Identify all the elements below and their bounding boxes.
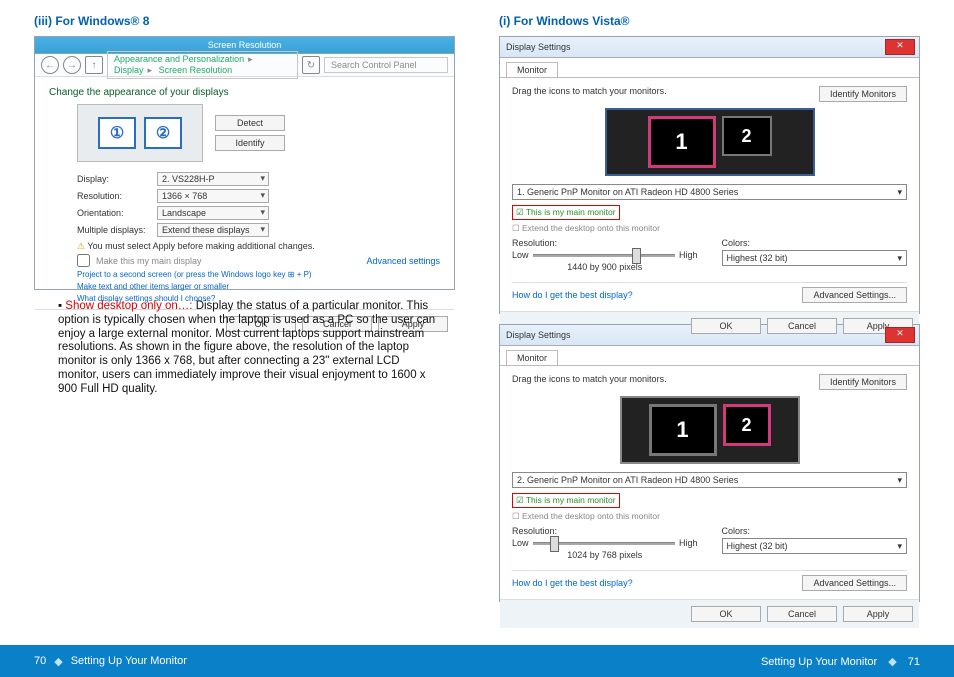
identify-button[interactable]: Identify [215, 135, 285, 151]
vista-monitor-2-icon[interactable]: 2 [723, 404, 771, 446]
vista-screenshot-2: Display Settings ✕ Monitor Drag the icons… [499, 324, 920, 602]
colors-label: Colors: [722, 526, 908, 536]
body-paragraph: ▪ Show desktop only on…: Display the sta… [58, 300, 439, 397]
colors-select[interactable]: Highest (32 bit) [722, 538, 908, 554]
resolution-slider[interactable] [533, 254, 675, 257]
monitor-preview[interactable]: ① ② [77, 104, 203, 162]
drag-text: Drag the icons to match your monitors. [512, 86, 667, 96]
advanced-settings-button[interactable]: Advanced Settings... [802, 287, 907, 303]
forward-icon[interactable]: → [63, 56, 81, 74]
back-icon[interactable]: ← [41, 56, 59, 74]
vista-title: Display Settings [506, 42, 571, 52]
vista-screenshot-1: Display Settings ✕ Monitor Drag the icons… [499, 36, 920, 314]
identify-monitors-button[interactable]: Identify Monitors [819, 374, 907, 390]
vista-monitor-preview[interactable]: 1 2 [605, 108, 815, 176]
resolution-slider[interactable] [533, 542, 675, 545]
close-icon[interactable]: ✕ [885, 39, 915, 55]
ok-button[interactable]: OK [691, 318, 761, 334]
page-number-right: 71 [908, 656, 920, 668]
monitor-select[interactable]: 1. Generic PnP Monitor on ATI Radeon HD … [512, 184, 907, 200]
make-main-checkbox[interactable] [77, 254, 90, 267]
close-icon[interactable]: ✕ [885, 327, 915, 343]
diamond-icon: ◆ [54, 655, 62, 668]
orientation-label: Orientation: [77, 208, 151, 218]
monitor-tab[interactable]: Monitor [506, 62, 558, 77]
advanced-settings-button[interactable]: Advanced Settings... [802, 575, 907, 591]
main-monitor-checkbox[interactable]: ☑ This is my main monitor [516, 207, 616, 217]
vista-title: Display Settings [506, 330, 571, 340]
multiple-select[interactable]: Extend these displays [157, 223, 269, 237]
drag-text: Drag the icons to match your monitors. [512, 374, 667, 384]
vista-monitor-1-icon[interactable]: 1 [649, 404, 717, 456]
advanced-settings-link[interactable]: Advanced settings [366, 256, 440, 266]
orientation-select[interactable]: Landscape [157, 206, 269, 220]
apply-button[interactable]: Apply [843, 606, 913, 622]
diamond-icon: ◆ [888, 656, 896, 668]
footer-section-left: Setting Up Your Monitor [71, 655, 187, 667]
colors-label: Colors: [722, 238, 908, 248]
refresh-icon[interactable]: ↻ [302, 56, 320, 74]
footer-bar: 70 ◆ Setting Up Your Monitor Setting Up … [0, 645, 954, 677]
up-icon[interactable]: ↑ [85, 56, 103, 74]
monitor-tab[interactable]: Monitor [506, 350, 558, 365]
multiple-label: Multiple displays: [77, 225, 151, 235]
colors-select[interactable]: Highest (32 bit) [722, 250, 908, 266]
monitor-1-icon[interactable]: ① [98, 117, 136, 149]
cancel-button[interactable]: Cancel [767, 606, 837, 622]
win8-screenshot: Screen Resolution ← → ↑ Appearance and P… [34, 36, 455, 290]
section-heading-left: (iii) For Windows® 8 [34, 14, 455, 28]
page-number-left: 70 [34, 655, 46, 667]
display-select[interactable]: 2. VS228H-P [157, 172, 269, 186]
detect-button[interactable]: Detect [215, 115, 285, 131]
project-link[interactable]: Project to a second screen (or press the… [77, 270, 440, 279]
monitor-2-icon[interactable]: ② [144, 117, 182, 149]
size-link[interactable]: Make text and other items larger or smal… [77, 282, 440, 291]
warning-text: You must select Apply before making addi… [77, 241, 440, 252]
make-main-label: Make this my main display [96, 256, 202, 266]
resolution-value: 1024 by 768 pixels [512, 550, 698, 560]
vista-monitor-1-icon[interactable]: 1 [648, 116, 716, 168]
resolution-select[interactable]: 1366 × 768 [157, 189, 269, 203]
help-link[interactable]: How do I get the best display? [512, 578, 633, 588]
help-link[interactable]: How do I get the best display? [512, 290, 633, 300]
vista-monitor-preview[interactable]: 1 2 [620, 396, 800, 464]
breadcrumb[interactable]: Appearance and Personalization▸ Display▸… [107, 51, 298, 79]
page-heading: Change the appearance of your displays [49, 87, 440, 98]
section-heading-right: (i) For Windows Vista® [499, 14, 920, 28]
cancel-button[interactable]: Cancel [767, 318, 837, 334]
resolution-label: Resolution: [77, 191, 151, 201]
vista-monitor-2-icon[interactable]: 2 [722, 116, 772, 156]
monitor-select[interactable]: 2. Generic PnP Monitor on ATI Radeon HD … [512, 472, 907, 488]
resolution-label: Resolution: [512, 526, 698, 536]
resolution-value: 1440 by 900 pixels [512, 262, 698, 272]
identify-monitors-button[interactable]: Identify Monitors [819, 86, 907, 102]
footer-section-right: Setting Up Your Monitor [761, 656, 877, 668]
resolution-label: Resolution: [512, 238, 698, 248]
display-label: Display: [77, 174, 151, 184]
search-input[interactable]: Search Control Panel [324, 57, 448, 73]
extend-checkbox[interactable]: ☐ Extend the desktop onto this monitor [512, 223, 660, 233]
ok-button[interactable]: OK [691, 606, 761, 622]
extend-checkbox[interactable]: ☐ Extend the desktop onto this monitor [512, 511, 660, 521]
main-monitor-checkbox[interactable]: ☑ This is my main monitor [516, 495, 616, 505]
